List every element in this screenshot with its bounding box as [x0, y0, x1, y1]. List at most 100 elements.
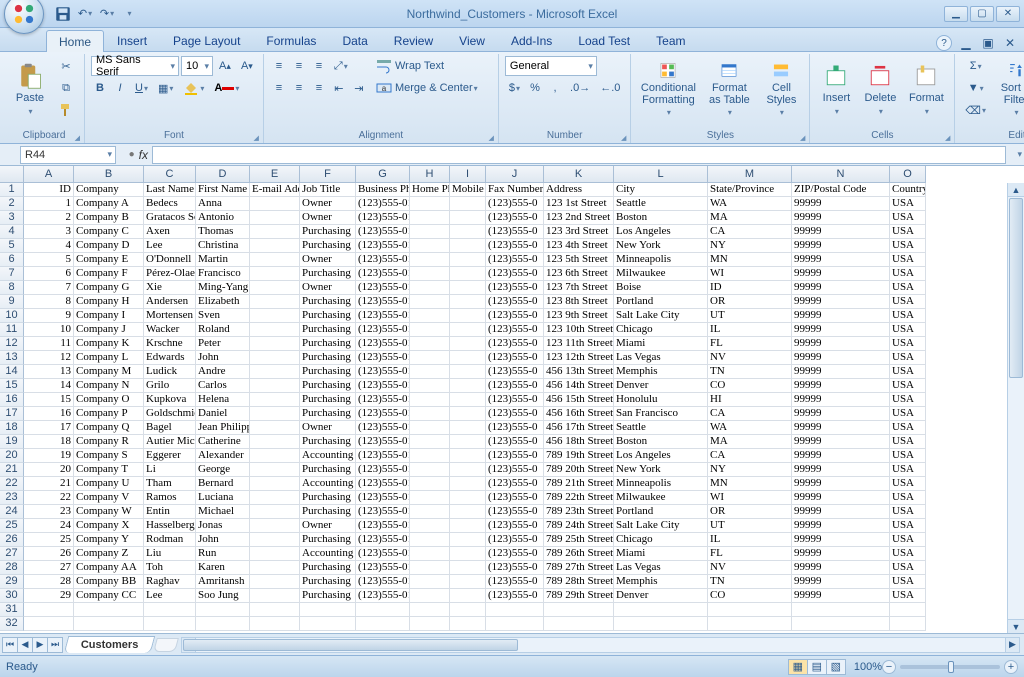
- cell[interactable]: [250, 323, 300, 337]
- cell[interactable]: [450, 575, 486, 589]
- cell[interactable]: Company K: [74, 337, 144, 351]
- ribbon-tab-page-layout[interactable]: Page Layout: [160, 29, 253, 51]
- cell[interactable]: 10: [24, 323, 74, 337]
- scroll-right-icon[interactable]: ▶: [1005, 638, 1019, 652]
- cell[interactable]: [450, 421, 486, 435]
- cell[interactable]: [450, 197, 486, 211]
- cell[interactable]: (123)555-0100: [356, 281, 410, 295]
- vertical-scrollbar[interactable]: ▲ ▼: [1007, 183, 1024, 633]
- column-header-L[interactable]: L: [614, 166, 708, 183]
- cell[interactable]: Luciana: [196, 491, 250, 505]
- cell[interactable]: [250, 449, 300, 463]
- cell[interactable]: (123)555-0100: [356, 379, 410, 393]
- font-name-select[interactable]: MS Sans Serif: [91, 56, 179, 76]
- cell[interactable]: Daniel: [196, 407, 250, 421]
- cell[interactable]: ID: [24, 183, 74, 197]
- cell[interactable]: 456 18th Street: [544, 435, 614, 449]
- cell[interactable]: [144, 617, 196, 631]
- cell[interactable]: [708, 617, 792, 631]
- cell[interactable]: State/Province: [708, 183, 792, 197]
- cell[interactable]: [410, 211, 450, 225]
- cell[interactable]: Memphis: [614, 575, 708, 589]
- cell[interactable]: Accounting: [300, 449, 356, 463]
- cell[interactable]: Las Vegas: [614, 351, 708, 365]
- row-header[interactable]: 27: [0, 547, 24, 561]
- cell[interactable]: Krschne: [144, 337, 196, 351]
- cell[interactable]: Ludick: [144, 365, 196, 379]
- cell[interactable]: ID: [708, 281, 792, 295]
- align-center-icon[interactable]: ≡: [290, 78, 308, 98]
- cell[interactable]: 26: [24, 547, 74, 561]
- cell[interactable]: 9: [24, 309, 74, 323]
- cell[interactable]: Wacker: [144, 323, 196, 337]
- cell[interactable]: Company J: [74, 323, 144, 337]
- border-icon[interactable]: ▦▾: [154, 78, 177, 98]
- cell[interactable]: (123)555-0100: [356, 197, 410, 211]
- cell[interactable]: (123)555-0: [486, 365, 544, 379]
- cell[interactable]: 456 15th Street: [544, 393, 614, 407]
- cell[interactable]: (123)555-0: [486, 351, 544, 365]
- cell[interactable]: 456 13th Street: [544, 365, 614, 379]
- cell[interactable]: [410, 379, 450, 393]
- decrease-decimal-icon[interactable]: ←.0: [596, 78, 624, 98]
- cell[interactable]: Francisco: [196, 267, 250, 281]
- cell[interactable]: 3: [24, 225, 74, 239]
- underline-icon[interactable]: U▾: [131, 78, 152, 98]
- cell[interactable]: Purchasing: [300, 351, 356, 365]
- decrease-font-icon[interactable]: A▾: [237, 56, 257, 76]
- row-header[interactable]: 28: [0, 561, 24, 575]
- align-top-icon[interactable]: ≡: [270, 56, 288, 76]
- cell[interactable]: 123 4th Street: [544, 239, 614, 253]
- cell[interactable]: (123)555-0: [486, 295, 544, 309]
- cell[interactable]: (123)555-0100: [356, 561, 410, 575]
- cell[interactable]: Company I: [74, 309, 144, 323]
- cell[interactable]: 14: [24, 379, 74, 393]
- row-header[interactable]: 23: [0, 491, 24, 505]
- cell[interactable]: [410, 449, 450, 463]
- row-header[interactable]: 12: [0, 337, 24, 351]
- cell[interactable]: (123)555-0: [486, 477, 544, 491]
- cell[interactable]: Salt Lake City: [614, 519, 708, 533]
- bold-icon[interactable]: B: [91, 78, 109, 98]
- cell[interactable]: 99999: [792, 393, 890, 407]
- cell[interactable]: USA: [890, 463, 926, 477]
- cell[interactable]: 99999: [792, 477, 890, 491]
- cell[interactable]: Roland: [196, 323, 250, 337]
- cell[interactable]: USA: [890, 421, 926, 435]
- cell[interactable]: John: [196, 533, 250, 547]
- cell[interactable]: USA: [890, 477, 926, 491]
- cell[interactable]: 18: [24, 435, 74, 449]
- cell[interactable]: USA: [890, 365, 926, 379]
- cell[interactable]: 789 28th Street: [544, 575, 614, 589]
- cell[interactable]: 99999: [792, 267, 890, 281]
- cell[interactable]: (123)555-0: [486, 575, 544, 589]
- cell[interactable]: 99999: [792, 463, 890, 477]
- row-header[interactable]: 13: [0, 351, 24, 365]
- cell[interactable]: [450, 533, 486, 547]
- cell[interactable]: [410, 603, 450, 617]
- cell[interactable]: [410, 239, 450, 253]
- cell[interactable]: 99999: [792, 281, 890, 295]
- cell[interactable]: [410, 519, 450, 533]
- cell[interactable]: 456 16th Street: [544, 407, 614, 421]
- zoom-in-button[interactable]: +: [1004, 660, 1018, 674]
- cell[interactable]: (123)555-0100: [356, 505, 410, 519]
- cell[interactable]: [792, 617, 890, 631]
- cell[interactable]: [300, 603, 356, 617]
- cell[interactable]: First Name: [196, 183, 250, 197]
- cell[interactable]: Company BB: [74, 575, 144, 589]
- cell[interactable]: Seattle: [614, 421, 708, 435]
- cell[interactable]: 99999: [792, 575, 890, 589]
- cell[interactable]: 99999: [792, 561, 890, 575]
- ribbon-tab-add-ins[interactable]: Add-Ins: [498, 29, 565, 51]
- cell[interactable]: Christina: [196, 239, 250, 253]
- cell[interactable]: [250, 435, 300, 449]
- cell[interactable]: 789 26th Street: [544, 547, 614, 561]
- cell[interactable]: [250, 225, 300, 239]
- cell[interactable]: [410, 463, 450, 477]
- cell[interactable]: Purchasing: [300, 407, 356, 421]
- cell[interactable]: Gratacos Solsona: [144, 211, 196, 225]
- cell[interactable]: Purchasing: [300, 393, 356, 407]
- cell[interactable]: Antonio: [196, 211, 250, 225]
- cell[interactable]: Owner: [300, 421, 356, 435]
